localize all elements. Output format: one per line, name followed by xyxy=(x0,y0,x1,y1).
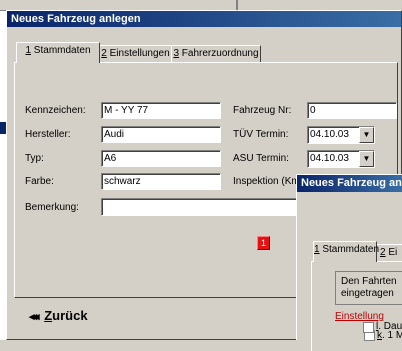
farbe-field[interactable]: schwarz xyxy=(101,173,221,190)
typ-field[interactable]: A6 xyxy=(101,150,221,167)
overlay-tab-einstellungen[interactable]: 2 Ei xyxy=(376,244,402,261)
inspektion-label: Inspektion (Km xyxy=(233,176,300,187)
asu-label: ASU Termin: xyxy=(233,153,289,164)
hersteller-label: Hersteller: xyxy=(25,129,71,140)
asu-value: 04.10.03 xyxy=(310,153,349,164)
tab-einstellungen-label: Einstellungen xyxy=(106,48,170,59)
overlay-tab-stammdaten-label: Stammdaten xyxy=(319,244,380,255)
background-divider xyxy=(236,0,238,10)
error-badge-text: 1 xyxy=(260,238,266,248)
tab-fahrerzuordnung[interactable]: 3 Fahrerzuordnung xyxy=(171,45,261,62)
overlay-tab-stammdaten[interactable]: 1 Stammdaten xyxy=(313,241,380,262)
overlay-info-box: Den Fahrten eingetragen xyxy=(335,271,402,305)
overlay-window-title: Neues Fahrzeug anlegen xyxy=(301,177,402,189)
fahrzeug-nr-label: Fahrzeug Nr: xyxy=(233,105,292,116)
kennzeichen-label: Kennzeichen: xyxy=(25,105,86,116)
bemerkung-field[interactable] xyxy=(101,198,307,216)
farbe-label: Farbe: xyxy=(25,176,54,187)
fahrzeug-nr-field[interactable]: 0 xyxy=(307,102,397,119)
overlay-tab-einstellungen-label: Ei xyxy=(385,247,398,258)
typ-label: Typ: xyxy=(25,153,44,164)
bemerkung-label: Bemerkung: xyxy=(25,202,79,213)
main-window-titlebar[interactable]: Neues Fahrzeug anlegen xyxy=(7,11,401,27)
back-arrow-icon: ◂◂◂ xyxy=(29,311,39,323)
overlay-window: Neues Fahrzeug anlegen 1 Stammdaten 2 Ei… xyxy=(296,174,402,351)
overlay-checkbox-2-label: l. Daue xyxy=(376,321,402,332)
chevron-down-icon: ▼ xyxy=(362,130,371,139)
error-badge[interactable]: 1 xyxy=(257,236,270,250)
chevron-down-icon: ▼ xyxy=(362,154,371,163)
overlay-window-titlebar[interactable]: Neues Fahrzeug anlegen xyxy=(297,175,402,192)
overlay-checkbox-2[interactable] xyxy=(363,322,374,333)
back-label: urück xyxy=(52,308,88,323)
kennzeichen-field[interactable]: M - YY 77 xyxy=(101,102,221,119)
tab-stammdaten-label: Stammdaten xyxy=(31,45,91,56)
tab-einstellungen[interactable]: 2 Einstellungen xyxy=(99,45,172,62)
tuev-dropdown-button[interactable]: ▼ xyxy=(359,127,374,143)
back-key: Z xyxy=(44,308,53,323)
tab-stammdaten[interactable]: 1 Stammdaten xyxy=(16,42,100,63)
tuev-label: TÜV Termin: xyxy=(233,129,289,140)
tuev-value: 04.10.03 xyxy=(310,129,349,140)
overlay-info-line1: Den Fahrten xyxy=(341,276,397,287)
tab-fahrerzuordnung-label: Fahrerzuordnung xyxy=(179,48,259,59)
main-window-title: Neues Fahrzeug anlegen xyxy=(11,13,141,25)
asu-dropdown-button[interactable]: ▼ xyxy=(359,151,374,167)
overlay-info-line2: eingetragen xyxy=(341,288,394,299)
back-button[interactable]: ◂◂◂ Zurück xyxy=(29,308,88,323)
hersteller-field[interactable]: Audi xyxy=(101,126,221,143)
overlay-checkbox-2-text: . Daue xyxy=(378,321,402,332)
